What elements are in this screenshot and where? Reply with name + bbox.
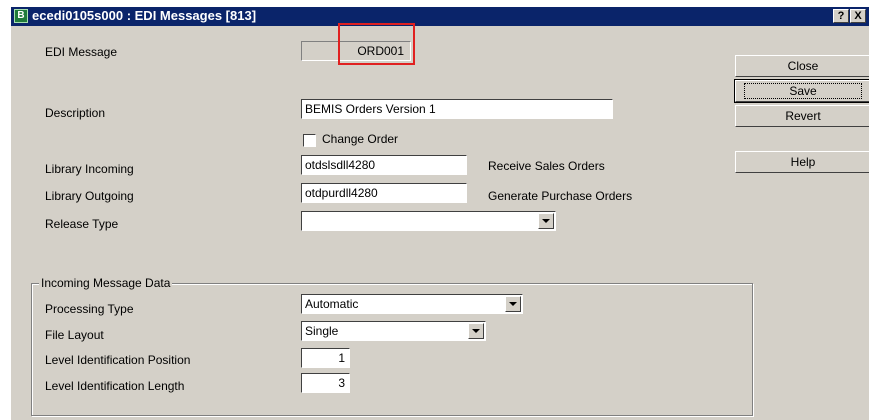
file-layout-value: Single bbox=[305, 324, 339, 338]
window-title: ecedi0105s000 : EDI Messages [813] bbox=[32, 8, 257, 23]
description-label: Description bbox=[45, 106, 106, 120]
level-id-length-input[interactable]: 3 bbox=[301, 373, 350, 393]
level-id-length-label: Level Identification Length bbox=[45, 379, 185, 393]
level-id-position-input[interactable]: 1 bbox=[301, 348, 350, 368]
chevron-down-icon[interactable] bbox=[505, 296, 521, 312]
change-order-checkbox[interactable] bbox=[303, 134, 316, 147]
save-button-label: Save bbox=[744, 83, 862, 99]
library-incoming-description: Receive Sales Orders bbox=[488, 159, 605, 173]
release-type-label: Release Type bbox=[45, 217, 119, 231]
library-outgoing-description: Generate Purchase Orders bbox=[488, 189, 633, 203]
file-layout-label: File Layout bbox=[45, 328, 104, 342]
description-input[interactable]: BEMIS Orders Version 1 bbox=[301, 99, 613, 119]
edi-messages-window: B ecedi0105s000 : EDI Messages [813] ? X… bbox=[10, 6, 869, 420]
save-button[interactable]: Save bbox=[734, 79, 869, 103]
processing-type-label: Processing Type bbox=[45, 302, 134, 316]
chevron-down-icon[interactable] bbox=[538, 213, 554, 229]
title-bar[interactable]: B ecedi0105s000 : EDI Messages [813] ? X bbox=[11, 7, 869, 26]
change-order-label: Change Order bbox=[322, 132, 399, 146]
app-icon: B bbox=[14, 9, 28, 23]
library-incoming-input[interactable]: otdslsdll4280 bbox=[301, 155, 467, 175]
incoming-message-data-title: Incoming Message Data bbox=[39, 276, 173, 290]
library-outgoing-input[interactable]: otdpurdll4280 bbox=[301, 183, 467, 203]
help-title-button[interactable]: ? bbox=[833, 9, 849, 23]
edi-message-label: EDI Message bbox=[45, 45, 118, 59]
release-type-select[interactable] bbox=[301, 211, 556, 231]
chevron-down-icon[interactable] bbox=[468, 323, 484, 339]
revert-button[interactable]: Revert bbox=[735, 105, 869, 127]
file-layout-select[interactable]: Single bbox=[301, 321, 486, 341]
processing-type-select[interactable]: Automatic bbox=[301, 294, 523, 314]
close-title-button[interactable]: X bbox=[850, 9, 866, 23]
close-button[interactable]: Close bbox=[735, 55, 869, 77]
help-button[interactable]: Help bbox=[735, 151, 869, 173]
level-id-position-label: Level Identification Position bbox=[45, 353, 191, 367]
library-incoming-label: Library Incoming bbox=[45, 162, 134, 176]
processing-type-value: Automatic bbox=[305, 297, 359, 311]
highlight-box bbox=[338, 23, 415, 65]
library-outgoing-label: Library Outgoing bbox=[45, 189, 134, 203]
